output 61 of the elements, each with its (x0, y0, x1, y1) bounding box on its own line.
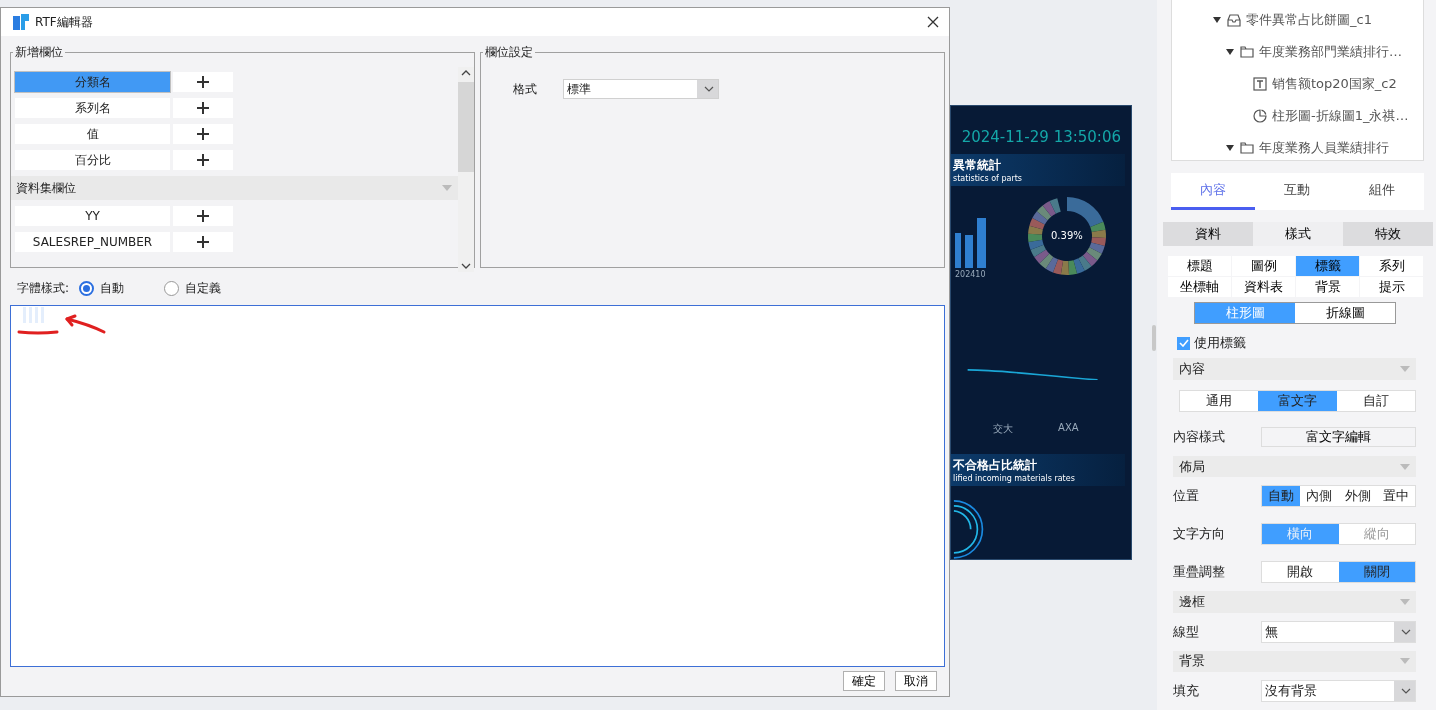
checkbox-label: 使用標籤 (1194, 334, 1246, 353)
field-item[interactable]: 百分比 (15, 150, 170, 170)
category-tab[interactable]: 資料表 (1232, 277, 1295, 298)
dropdown-field[interactable]: 無 (1261, 620, 1416, 643)
category-tab[interactable]: 坐標軸 (1168, 277, 1231, 298)
section-header[interactable]: 內容 (1173, 358, 1416, 380)
axis-label: 202410 (955, 270, 986, 280)
category-tab[interactable]: 背景 (1296, 277, 1359, 298)
category-tab[interactable]: 系列 (1360, 256, 1423, 277)
section-header: 異常統計 statistics of parts (951, 154, 1125, 186)
field-label: 格式 (513, 80, 537, 98)
rich-text-edit-button[interactable]: 富文字編輯 (1261, 426, 1416, 447)
group-title: 欄位設定 (484, 44, 534, 61)
format-dropdown[interactable]: 標準 (563, 79, 719, 99)
category-tab[interactable]: 圖例 (1232, 256, 1295, 277)
field-item[interactable]: 系列名 (15, 98, 170, 118)
tab[interactable]: 互動 (1255, 173, 1340, 211)
group-title: 新增欄位 (14, 44, 64, 61)
field-label: 內容樣式 (1173, 427, 1226, 446)
axis-label: 交大 (993, 422, 1014, 437)
radio-label: 自定義 (185, 280, 222, 297)
category-tab[interactable]: 標籤 (1296, 256, 1359, 277)
tab[interactable]: 資料 (1163, 222, 1253, 247)
tree-item[interactable]: 年度業務人員業績排行 (1172, 132, 1415, 160)
radio-label: 自動 (100, 280, 125, 297)
field-item[interactable]: SALESREP_NUMBER (15, 232, 170, 252)
tree-item[interactable]: 柱形圖-折線圖1_永祺… (1172, 100, 1415, 132)
field-label: 位置 (1173, 487, 1200, 506)
category-tab[interactable]: 提示 (1360, 277, 1423, 298)
donut-value: 0.39% (1051, 230, 1083, 241)
field-item[interactable]: 分類名 (15, 72, 170, 92)
chart-type-toggle[interactable]: 折線圖 (1295, 303, 1395, 324)
section-header: 不合格占比統計 lified incoming materials rates (951, 454, 1125, 487)
segment-option[interactable]: 富文字 (1258, 390, 1337, 411)
field-item[interactable]: 值 (15, 124, 170, 144)
tab[interactable]: 特效 (1343, 222, 1433, 247)
dropdown-field[interactable]: 沒有背景 (1261, 680, 1416, 702)
field-label: 填充 (1173, 682, 1200, 700)
section-header[interactable]: 背景 (1173, 650, 1416, 672)
tab[interactable]: 內容 (1171, 173, 1256, 211)
category-tab[interactable]: 標題 (1168, 256, 1231, 277)
tab[interactable]: 樣式 (1253, 222, 1343, 247)
tree-item[interactable]: 销售额top20国家_c2 (1172, 68, 1415, 100)
axis-label: AXA (1058, 422, 1079, 436)
tree-item[interactable]: 年度業務部門業績排行… (1172, 36, 1415, 68)
window-title: RTF編輯器 (35, 13, 94, 31)
tree-item[interactable]: 零件異常占比餅圖_c1 (1172, 4, 1415, 36)
section-header[interactable]: 邊框 (1173, 591, 1416, 613)
field-label: 線型 (1173, 622, 1200, 641)
field-label: 重疊調整 (1173, 563, 1226, 582)
field-item[interactable]: YY (15, 206, 170, 226)
tab[interactable]: 組件 (1339, 173, 1424, 211)
dialog-button[interactable]: 取消 (895, 671, 937, 691)
date-time: 2024-11-29 13:50:06 (960, 127, 1122, 148)
section-header[interactable]: 佈局 (1173, 455, 1416, 478)
segment-option[interactable]: 關閉 (1338, 562, 1415, 583)
group-header[interactable]: 資料集欄位 (11, 176, 458, 200)
field-label: 文字方向 (1173, 525, 1226, 544)
segment-option[interactable]: 自動 (1262, 486, 1301, 507)
field-label: 字體樣式: (17, 280, 70, 297)
dialog-button[interactable]: 確定 (843, 671, 885, 691)
